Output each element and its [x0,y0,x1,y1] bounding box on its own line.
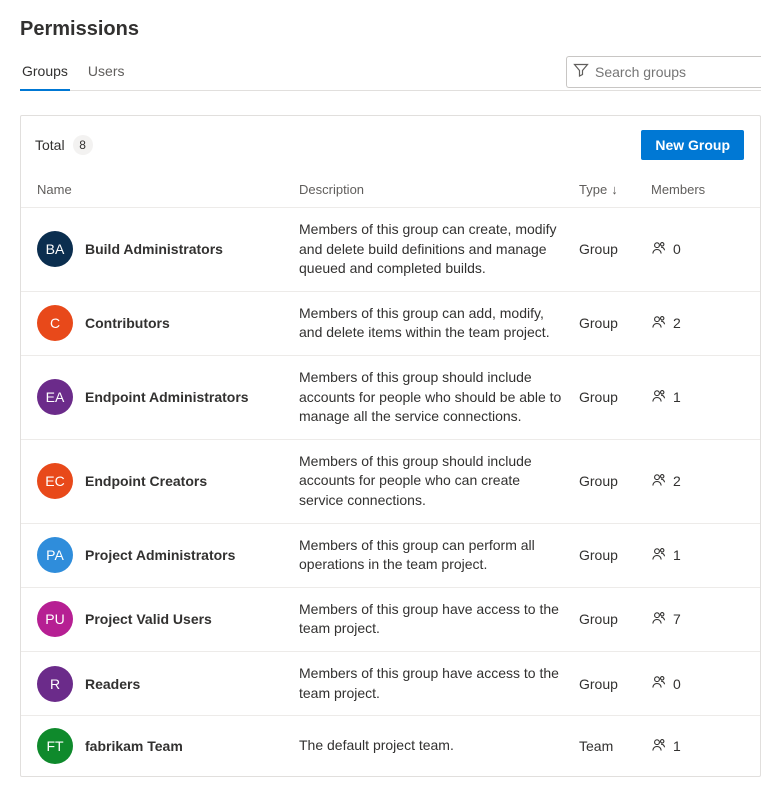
members-cell: 1 [651,388,744,407]
avatar: EC [37,463,73,499]
group-name: Project Valid Users [85,611,212,627]
members-count: 1 [673,389,681,405]
members-icon [651,674,667,693]
group-name: Project Administrators [85,547,235,563]
name-cell: FT fabrikam Team [37,728,283,764]
members-cell: 2 [651,314,744,333]
members-count: 0 [673,241,681,257]
group-type: Group [579,389,618,405]
group-type: Group [579,611,618,627]
members-icon [651,240,667,259]
members-count: 7 [673,611,681,627]
name-cell: C Contributors [37,305,283,341]
members-count: 2 [673,473,681,489]
table-row[interactable]: PU Project Valid Users Members of this gro… [21,587,760,651]
group-type: Group [579,315,618,331]
total-wrap: Total 8 [35,135,93,155]
members-count: 0 [673,676,681,692]
group-type: Group [579,241,618,257]
col-header-description[interactable]: Description [291,174,571,208]
search-wrap[interactable] [566,56,761,88]
new-group-button[interactable]: New Group [641,130,744,160]
name-cell: EC Endpoint Creators [37,463,283,499]
table-row[interactable]: PA Project Administrators Members of this … [21,523,760,587]
members-icon [651,388,667,407]
avatar: C [37,305,73,341]
avatar: R [37,666,73,702]
group-description: Members of this group can create, modify… [299,221,557,276]
table-row[interactable]: EA Endpoint Administrators Members of this… [21,355,760,439]
total-label: Total [35,137,65,153]
members-icon [651,472,667,491]
name-cell: BA Build Administrators [37,231,283,267]
members-count: 1 [673,547,681,563]
members-icon [651,737,667,756]
group-type: Group [579,676,618,692]
members-count: 1 [673,738,681,754]
members-icon [651,314,667,333]
avatar: BA [37,231,73,267]
search-input[interactable] [595,64,755,80]
card-header: Total 8 New Group [21,116,760,174]
tab-users[interactable]: Users [86,55,127,91]
top-row: Groups Users [20,55,761,91]
members-cell: 0 [651,240,744,259]
table-row[interactable]: BA Build Administrators Members of this gr… [21,208,760,292]
group-name: Endpoint Creators [85,473,207,489]
group-description: Members of this group have access to the… [299,601,559,637]
members-icon [651,546,667,565]
col-header-members[interactable]: Members [643,174,760,208]
members-icon [651,610,667,629]
table-row[interactable]: C Contributors Members of this group can a… [21,291,760,355]
name-cell: R Readers [37,666,283,702]
group-name: Readers [85,676,140,692]
avatar: FT [37,728,73,764]
avatar: PU [37,601,73,637]
table-row[interactable]: R Readers Members of this group have acces… [21,651,760,715]
members-cell: 0 [651,674,744,693]
group-description: Members of this group can perform all op… [299,537,535,573]
avatar: PA [37,537,73,573]
members-count: 2 [673,315,681,331]
members-cell: 7 [651,610,744,629]
group-name: fabrikam Team [85,738,183,754]
name-cell: EA Endpoint Administrators [37,379,283,415]
group-description: The default project team. [299,737,454,753]
name-cell: PU Project Valid Users [37,601,283,637]
tabs: Groups Users [20,55,126,90]
sort-down-icon: ↓ [611,182,618,197]
table-row[interactable]: EC Endpoint Creators Members of this group… [21,439,760,523]
members-cell: 1 [651,737,744,756]
groups-table: Name Description Type ↓ Members BA Build A… [21,174,760,776]
group-description: Members of this group should include acc… [299,369,561,424]
name-cell: PA Project Administrators [37,537,283,573]
page-title: Permissions [20,18,761,41]
members-cell: 1 [651,546,744,565]
group-description: Members of this group have access to the… [299,665,559,701]
group-type: Group [579,473,618,489]
avatar: EA [37,379,73,415]
group-type: Group [579,547,618,563]
group-name: Build Administrators [85,241,223,257]
members-cell: 2 [651,472,744,491]
group-description: Members of this group should include acc… [299,453,532,508]
col-header-type-label: Type [579,182,607,197]
filter-icon [573,62,595,81]
total-count-badge: 8 [73,135,93,155]
col-header-type[interactable]: Type ↓ [571,174,643,208]
group-name: Contributors [85,315,170,331]
group-type: Team [579,738,613,754]
group-description: Members of this group can add, modify, a… [299,305,550,341]
groups-card: Total 8 New Group Name Description Type ↓… [20,115,761,777]
group-name: Endpoint Administrators [85,389,249,405]
tab-groups[interactable]: Groups [20,55,70,91]
col-header-name[interactable]: Name [21,174,291,208]
